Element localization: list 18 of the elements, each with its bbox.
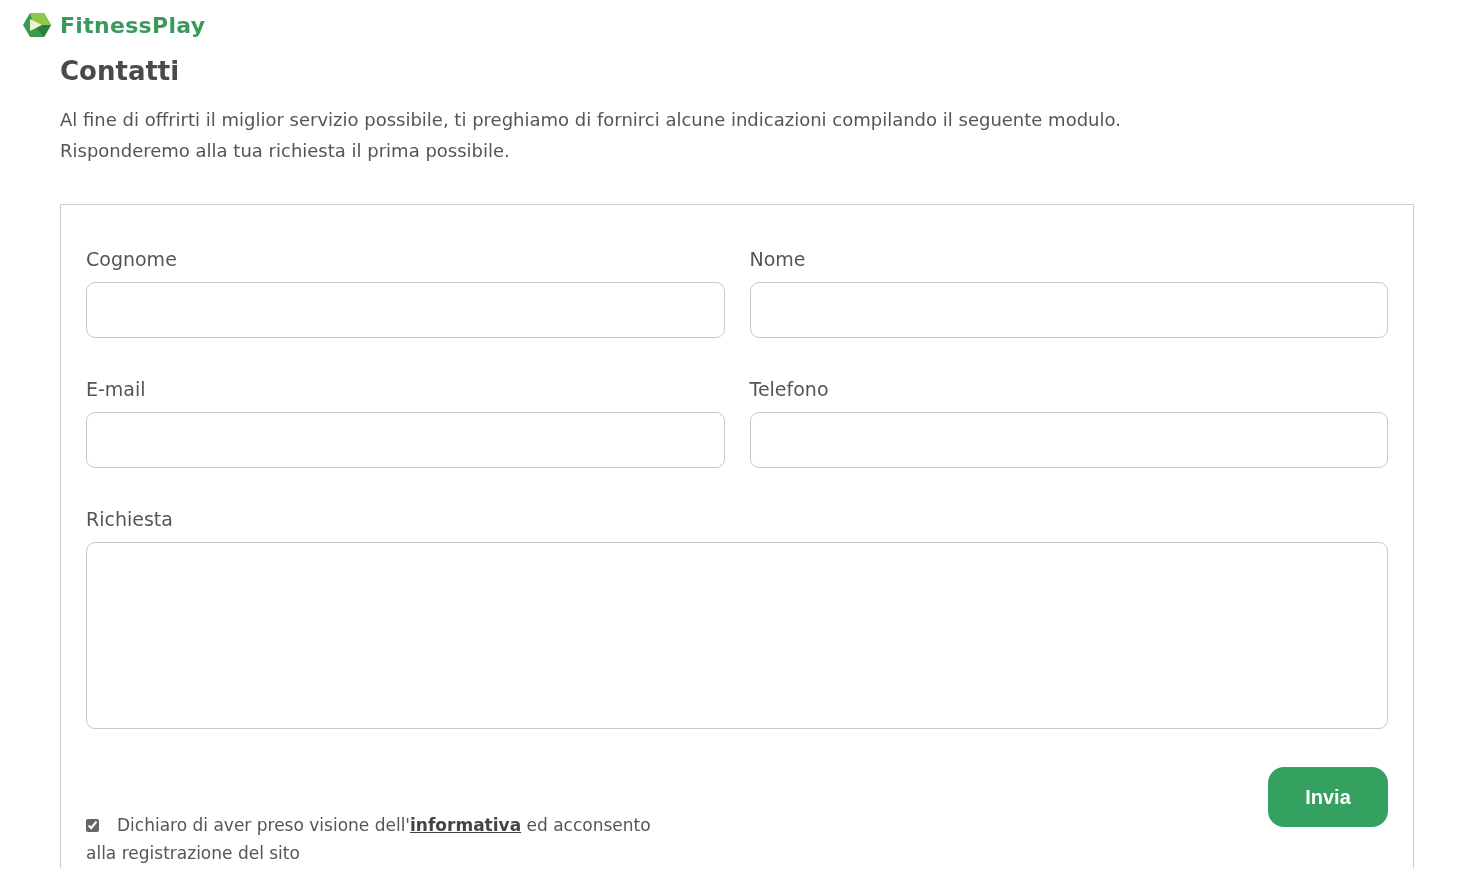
field-label: Cognome	[86, 248, 177, 270]
logo-icon	[22, 12, 52, 38]
brand-name: FitnessPlay	[60, 12, 206, 38]
consent-checkbox[interactable]	[86, 819, 99, 832]
field-label: Richiesta	[86, 508, 173, 530]
page-title: Contatti	[60, 56, 181, 86]
field-label: Nome	[749, 248, 806, 270]
policy-link[interactable]: informativa	[410, 815, 522, 835]
consent-text: Dichiaro di aver preso visione dell'informativa ed acconsento alla registrazione del sito	[86, 814, 652, 865]
intro-text: Risponderemo alla tua richiesta il prima possibile.	[60, 139, 511, 163]
input-field[interactable]	[749, 412, 1388, 468]
input-field[interactable]	[86, 282, 725, 338]
input-field[interactable]	[86, 412, 725, 468]
input-field[interactable]	[749, 282, 1388, 338]
request-field[interactable]	[86, 542, 1388, 729]
field-label: Telefono	[749, 378, 829, 400]
intro-text: Al fine di offrirti il miglior servizio possibile, ti preghiamo di fornirci alcune indicazioni compilando il seguente modulo.	[60, 108, 1122, 132]
field-label: E-mail	[86, 378, 146, 400]
